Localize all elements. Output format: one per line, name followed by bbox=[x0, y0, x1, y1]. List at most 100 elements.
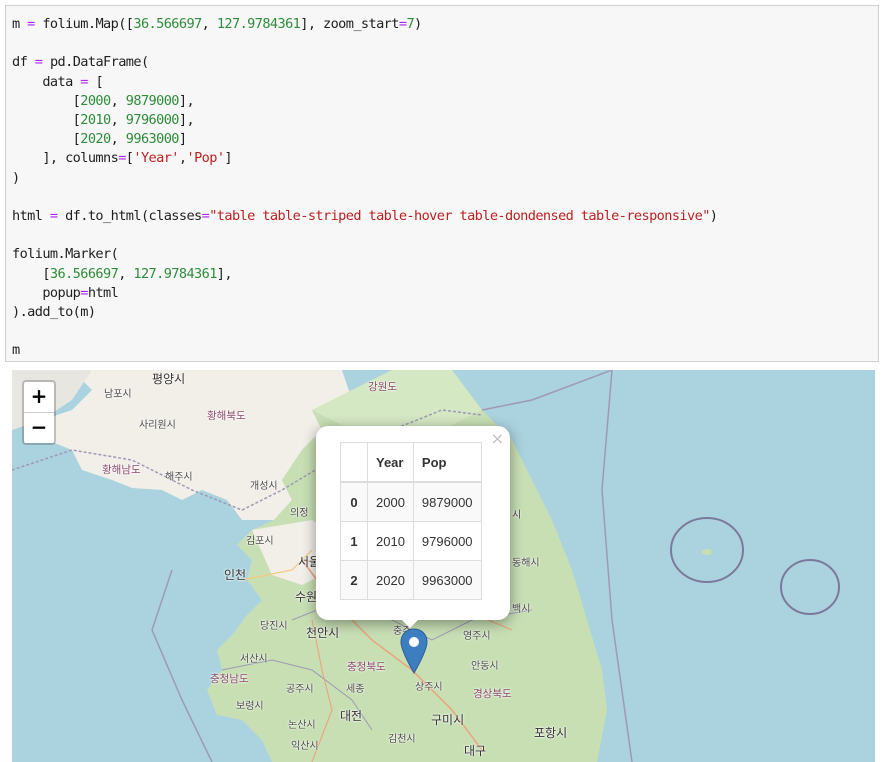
map-place-label: 익산시 bbox=[291, 741, 319, 752]
code-token: = bbox=[118, 150, 126, 167]
code-token: df bbox=[12, 54, 35, 71]
map-place-label: 영주시 bbox=[463, 631, 491, 642]
code-token: 127.9784361 bbox=[133, 265, 217, 282]
map-place-label: 개성시 bbox=[250, 481, 278, 492]
zoom-control: + − bbox=[22, 380, 56, 445]
map-place-label: 보령시 bbox=[236, 701, 264, 712]
map-place-label: 시 bbox=[512, 510, 522, 521]
code-token: 9796000 bbox=[125, 112, 180, 129]
code-token: = bbox=[49, 208, 58, 225]
code-line: [2020, 9963000] bbox=[12, 130, 717, 149]
code-line: html = df.to_html(classes="table table-s… bbox=[12, 207, 718, 226]
table-cell: 2010 bbox=[367, 521, 414, 561]
code-token: "table table-striped table-hover table-d… bbox=[209, 208, 710, 225]
code-token: 'Pop' bbox=[186, 150, 225, 167]
map-place-label: 경상북도 bbox=[473, 688, 512, 700]
code-line: data = [ bbox=[12, 73, 717, 92]
code-line: ], columns=['Year','Pop'] bbox=[12, 149, 717, 168]
table-cell: 2020 bbox=[367, 560, 414, 600]
dataframe-table: Year Pop 0 2000 9879000 1 2010 9796000 2… bbox=[340, 442, 482, 600]
map-marker-icon[interactable] bbox=[400, 628, 428, 674]
map-place-label: 구미시 bbox=[431, 713, 465, 727]
table-header-cell: Pop bbox=[412, 442, 482, 483]
row-index: 0 bbox=[340, 481, 368, 522]
map-place-label: 서산시 bbox=[240, 654, 268, 665]
map-place-label: 논산시 bbox=[288, 720, 316, 731]
code-line: [2010, 9796000], bbox=[12, 111, 717, 130]
close-icon[interactable]: × bbox=[491, 429, 504, 448]
map-place-label: 충청남도 bbox=[210, 673, 249, 685]
map-place-label: 천안시 bbox=[306, 626, 340, 640]
row-index: 1 bbox=[340, 521, 368, 561]
code-token: folium.Marker( bbox=[12, 246, 119, 263]
map-place-label: 사리원시 bbox=[139, 420, 176, 431]
code-cell[interactable]: m = folium.Map([36.566697, 127.9784361],… bbox=[5, 5, 879, 362]
row-index: 2 bbox=[340, 560, 368, 600]
map-view[interactable]: 평양시 강원도 남포시 황해북도 사리원시 황해남도 해주시 개성시 의정 김포시 서울 인천 수원 당진… bbox=[12, 370, 875, 762]
zoom-in-button[interactable]: + bbox=[24, 382, 54, 413]
code-line: popup=html bbox=[12, 284, 717, 303]
zoom-out-button[interactable]: − bbox=[24, 413, 54, 443]
map-place-label: 충청북도 bbox=[347, 661, 386, 673]
popup-tip bbox=[400, 618, 420, 628]
code-token: ).add_to(m) bbox=[12, 304, 96, 321]
code-token: = bbox=[80, 73, 88, 90]
code-editor[interactable]: m = folium.Map([36.566697, 127.9784361],… bbox=[12, 15, 718, 361]
map-place-label: 수원 bbox=[295, 590, 318, 604]
table-row: 2 2020 9963000 bbox=[340, 560, 482, 600]
map-place-label: 강원도 bbox=[368, 381, 397, 393]
code-token: ) bbox=[709, 208, 718, 225]
map-place-label: 대전 bbox=[340, 709, 363, 723]
table-header-cell bbox=[340, 442, 368, 483]
map-place-label: 백시 bbox=[512, 604, 531, 615]
code-token: 2000 bbox=[80, 92, 111, 109]
code-token: [ bbox=[12, 131, 81, 148]
code-token: data bbox=[12, 73, 81, 90]
code-token: , bbox=[201, 16, 217, 32]
code-token: , bbox=[118, 265, 134, 282]
code-line: m = folium.Map([36.566697, 127.9784361],… bbox=[12, 15, 717, 34]
code-token: ], zoom_start bbox=[300, 16, 399, 32]
code-token: 127.9784361 bbox=[216, 16, 301, 32]
code-token: 2020 bbox=[80, 131, 111, 148]
code-token: , bbox=[110, 131, 126, 148]
map-place-label: 황해남도 bbox=[102, 464, 141, 476]
code-token: df.to_html(classes bbox=[57, 208, 202, 225]
map-place-label: 의정 bbox=[290, 508, 309, 519]
code-token: [ bbox=[12, 265, 50, 282]
map-place-label: 남포시 bbox=[104, 389, 132, 400]
map-place-label: 대구 bbox=[464, 744, 487, 758]
code-token: , bbox=[110, 112, 126, 129]
table-cell: 9963000 bbox=[412, 560, 482, 600]
code-token: ] bbox=[178, 131, 187, 148]
code-token: m bbox=[12, 342, 20, 359]
code-line: df = pd.DataFrame( bbox=[12, 53, 717, 72]
code-token: ) bbox=[414, 16, 422, 32]
map-place-label: 황해북도 bbox=[207, 410, 246, 422]
code-token: pd.DataFrame( bbox=[42, 54, 149, 71]
code-token: html bbox=[87, 284, 119, 301]
code-token: 9879000 bbox=[125, 92, 180, 109]
marker-popup: × Year Pop 0 2000 9879000 1 2010 9796000… bbox=[316, 426, 510, 620]
map-place-label: 공주시 bbox=[286, 684, 314, 695]
map-place-label: 동해시 bbox=[512, 558, 540, 569]
map-place-label: 세종 bbox=[346, 684, 365, 695]
code-token: ) bbox=[12, 169, 20, 186]
code-token: 2010 bbox=[80, 112, 111, 129]
code-token: [ bbox=[12, 112, 81, 129]
map-place-label: 김천시 bbox=[388, 734, 416, 745]
code-token: popup bbox=[12, 284, 81, 301]
code-token: [ bbox=[87, 73, 104, 90]
code-line: [2000, 9879000], bbox=[12, 92, 717, 111]
code-line: m bbox=[12, 341, 717, 360]
map-place-label: 인천 bbox=[224, 568, 247, 582]
code-token: ], columns bbox=[12, 150, 119, 167]
table-header-row: Year Pop bbox=[340, 442, 482, 483]
code-token: folium.Map([ bbox=[34, 16, 134, 32]
table-row: 1 2010 9796000 bbox=[340, 521, 482, 561]
map-place-label: 상주시 bbox=[415, 682, 443, 693]
